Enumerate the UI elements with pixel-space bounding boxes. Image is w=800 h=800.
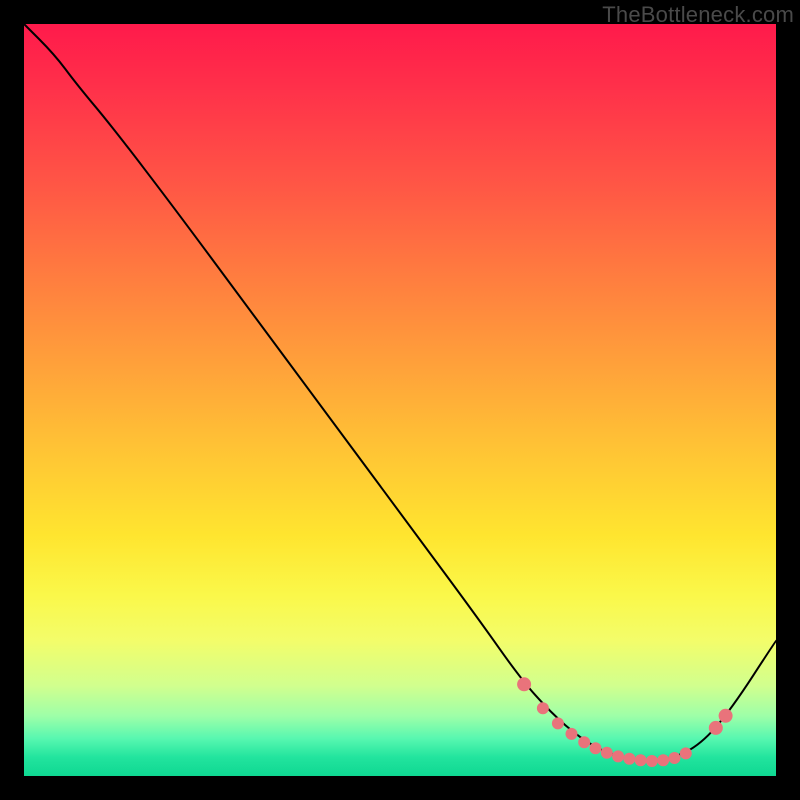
marker-dot [552,717,564,729]
marker-dot [646,755,658,767]
watermark-text: TheBottleneck.com [602,2,794,28]
marker-dot [680,747,692,759]
marker-dot [612,750,624,762]
marker-dot [709,721,723,735]
bottleneck-curve [24,24,776,760]
marker-dot [517,677,531,691]
marker-dot [590,742,602,754]
outer-frame: TheBottleneck.com [0,0,800,800]
marker-dot [578,736,590,748]
marker-dot [566,728,578,740]
gradient-plot-area [24,24,776,776]
marker-dot [657,754,669,766]
marker-dot [719,709,733,723]
bottleneck-markers [517,677,733,767]
marker-dot [623,753,635,765]
marker-dot [635,754,647,766]
marker-dot [537,702,549,714]
chart-svg [24,24,776,776]
marker-dot [601,747,613,759]
marker-dot [669,752,681,764]
